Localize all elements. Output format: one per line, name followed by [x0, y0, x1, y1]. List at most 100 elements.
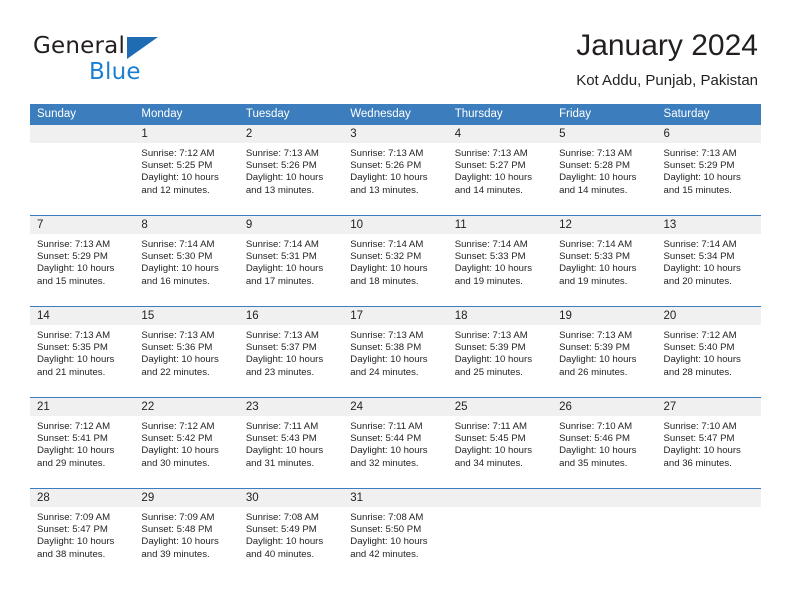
- day-cell-1[interactable]: 1 Sunrise: 7:12 AM Sunset: 5:25 PM Daylight…: [134, 125, 239, 215]
- day-cell-22[interactable]: 22 Sunrise: 7:12 AM Sunset: 5:42 PM Dayligh…: [134, 398, 239, 488]
- day-sun-info: Sunrise: 7:09 AM Sunset: 5:48 PM Daylight:…: [134, 508, 238, 561]
- daylight-text-line2: and 26 minutes.: [559, 366, 628, 378]
- day-cell-11[interactable]: 11 Sunrise: 7:14 AM Sunset: 5:33 PM Dayligh…: [447, 216, 553, 306]
- daylight-text-line1: Daylight: 10 hours: [350, 263, 428, 275]
- day-number-band: 17: [343, 307, 448, 326]
- day-sun-info: Sunrise: 7:13 AM Sunset: 5:38 PM Daylight:…: [343, 326, 447, 379]
- page-subtitle-location: Kot Addu, Punjab, Pakistan: [576, 72, 758, 89]
- daylight-text-line1: Daylight: 10 hours: [245, 354, 324, 366]
- sunset-text: Sunset: 5:27 PM: [454, 160, 526, 172]
- sunset-text: Sunset: 5:26 PM: [350, 160, 422, 172]
- day-cell-27[interactable]: 27 Sunrise: 7:10 AM Sunset: 5:47 PM Dayligh…: [656, 398, 761, 488]
- sunset-text: Sunset: 5:40 PM: [663, 342, 735, 354]
- daylight-text-line1: Daylight: 10 hours: [37, 354, 115, 366]
- day-sun-info: Sunrise: 7:11 AM Sunset: 5:44 PM Daylight:…: [343, 417, 447, 470]
- day-cell-9[interactable]: 9 Sunrise: 7:14 AM Sunset: 5:31 PM Daylight…: [238, 216, 344, 306]
- day-number: 28: [37, 492, 50, 504]
- day-number: 4: [454, 128, 462, 140]
- day-cell-4[interactable]: 4 Sunrise: 7:13 AM Sunset: 5:27 PM Daylight…: [447, 125, 553, 215]
- day-cell-20[interactable]: 20 Sunrise: 7:12 AM Sunset: 5:40 PM Dayligh…: [656, 307, 761, 397]
- day-cell-3[interactable]: 3 Sunrise: 7:13 AM Sunset: 5:26 PM Daylight…: [343, 125, 448, 215]
- daylight-text-line2: and 14 minutes.: [454, 184, 523, 196]
- day-cell-30[interactable]: 30 Sunrise: 7:08 AM Sunset: 5:49 PM Dayligh…: [238, 489, 344, 579]
- day-sun-info: Sunrise: 7:12 AM Sunset: 5:41 PM Daylight:…: [30, 417, 134, 470]
- daylight-text-line2: and 12 minutes.: [141, 184, 210, 196]
- day-cell-21[interactable]: 21 Sunrise: 7:12 AM Sunset: 5:41 PM Dayligh…: [30, 398, 135, 488]
- day-number-band: [30, 125, 135, 144]
- sunrise-text: Sunrise: 7:11 AM: [454, 421, 528, 432]
- daylight-text-line1: Daylight: 10 hours: [454, 172, 533, 184]
- daylight-text-line1: Daylight: 10 hours: [350, 445, 428, 457]
- day-number: 2: [245, 128, 253, 140]
- sunset-text: Sunset: 5:44 PM: [350, 433, 422, 445]
- sunset-text: Sunset: 5:45 PM: [454, 433, 526, 445]
- daylight-text-line2: and 38 minutes.: [37, 548, 106, 560]
- daylight-text-line2: and 18 minutes.: [350, 275, 419, 287]
- day-cell-14[interactable]: 14 Sunrise: 7:13 AM Sunset: 5:35 PM Dayligh…: [30, 307, 135, 397]
- sunrise-text: Sunrise: 7:11 AM: [350, 421, 423, 432]
- sunrise-text: Sunrise: 7:13 AM: [37, 330, 111, 341]
- day-cell-6[interactable]: 6 Sunrise: 7:13 AM Sunset: 5:29 PM Daylight…: [656, 125, 761, 215]
- day-number-band: 15: [134, 307, 239, 326]
- day-cell-25[interactable]: 25 Sunrise: 7:11 AM Sunset: 5:45 PM Dayligh…: [447, 398, 553, 488]
- daylight-text-line1: Daylight: 10 hours: [245, 445, 324, 457]
- day-sun-info: Sunrise: 7:10 AM Sunset: 5:47 PM Daylight:…: [657, 417, 761, 470]
- day-cell-24[interactable]: 24 Sunrise: 7:11 AM Sunset: 5:44 PM Dayligh…: [343, 398, 448, 488]
- sunset-text: Sunset: 5:42 PM: [141, 433, 213, 445]
- day-number-band: 19: [552, 307, 657, 326]
- sunset-text: Sunset: 5:29 PM: [663, 160, 735, 172]
- day-cell-17[interactable]: 17 Sunrise: 7:13 AM Sunset: 5:38 PM Dayligh…: [343, 307, 448, 397]
- day-cell-16[interactable]: 16 Sunrise: 7:13 AM Sunset: 5:37 PM Dayligh…: [238, 307, 344, 397]
- day-cell-18[interactable]: 18 Sunrise: 7:13 AM Sunset: 5:39 PM Dayligh…: [447, 307, 553, 397]
- sunrise-text: Sunrise: 7:13 AM: [559, 330, 633, 341]
- day-number: 11: [454, 219, 467, 231]
- day-cell-2[interactable]: 2 Sunrise: 7:13 AM Sunset: 5:26 PM Daylight…: [238, 125, 344, 215]
- day-cell-15[interactable]: 15 Sunrise: 7:13 AM Sunset: 5:36 PM Dayligh…: [134, 307, 239, 397]
- day-sun-info: Sunrise: 7:09 AM Sunset: 5:47 PM Daylight:…: [30, 508, 134, 561]
- day-sun-info: Sunrise: 7:14 AM Sunset: 5:30 PM Daylight:…: [134, 235, 238, 288]
- daylight-text-line1: Daylight: 10 hours: [141, 263, 219, 275]
- day-cell-26[interactable]: 26 Sunrise: 7:10 AM Sunset: 5:46 PM Dayligh…: [552, 398, 657, 488]
- sunrise-text: Sunrise: 7:08 AM: [350, 512, 424, 523]
- day-cell-29[interactable]: 29 Sunrise: 7:09 AM Sunset: 5:48 PM Dayligh…: [134, 489, 239, 579]
- day-cell-7[interactable]: 7 Sunrise: 7:13 AM Sunset: 5:29 PM Daylight…: [30, 216, 135, 306]
- day-cell-19[interactable]: 19 Sunrise: 7:13 AM Sunset: 5:39 PM Dayligh…: [552, 307, 657, 397]
- day-number: 26: [559, 401, 572, 413]
- day-cell-23[interactable]: 23 Sunrise: 7:11 AM Sunset: 5:43 PM Dayligh…: [238, 398, 344, 488]
- day-cell-28[interactable]: 28 Sunrise: 7:09 AM Sunset: 5:47 PM Dayligh…: [30, 489, 135, 579]
- sunset-text: Sunset: 5:28 PM: [559, 160, 631, 172]
- sunrise-text: Sunrise: 7:12 AM: [141, 421, 215, 432]
- day-sun-info: Sunrise: 7:13 AM Sunset: 5:28 PM Daylight:…: [552, 144, 656, 197]
- day-cell-8[interactable]: 8 Sunrise: 7:14 AM Sunset: 5:30 PM Daylight…: [134, 216, 239, 306]
- sunset-text: Sunset: 5:41 PM: [37, 433, 108, 445]
- day-cell-12[interactable]: 12 Sunrise: 7:14 AM Sunset: 5:33 PM Dayligh…: [552, 216, 657, 306]
- day-number: 1: [141, 128, 148, 140]
- day-cell-13[interactable]: 13 Sunrise: 7:14 AM Sunset: 5:34 PM Dayligh…: [656, 216, 761, 306]
- day-sun-info: Sunrise: 7:10 AM Sunset: 5:46 PM Daylight:…: [552, 417, 656, 470]
- daylight-text-line2: and 14 minutes.: [559, 184, 628, 196]
- day-number-band: 12: [552, 216, 657, 235]
- day-sun-info: Sunrise: 7:13 AM Sunset: 5:37 PM Daylight:…: [239, 326, 343, 379]
- title-block: January 2024 Kot Addu, Punjab, Pakistan: [576, 28, 758, 90]
- calendar-grid: Sunday Monday Tuesday Wednesday Thursday Frid…: [30, 104, 761, 579]
- brand-logo[interactable]: General Blue: [33, 33, 263, 85]
- daylight-text-line1: Daylight: 10 hours: [141, 354, 219, 366]
- sunrise-text: Sunrise: 7:14 AM: [559, 239, 633, 250]
- day-number: 6: [663, 128, 670, 140]
- sunrise-text: Sunrise: 7:12 AM: [663, 330, 737, 341]
- daylight-text-line2: and 23 minutes.: [245, 366, 315, 378]
- daylight-text-line1: Daylight: 10 hours: [559, 263, 637, 275]
- day-number-band: 8: [134, 216, 239, 235]
- sunset-text: Sunset: 5:39 PM: [559, 342, 631, 354]
- day-cell-5[interactable]: 5 Sunrise: 7:13 AM Sunset: 5:28 PM Daylight…: [552, 125, 657, 215]
- day-number-band: 31: [343, 489, 448, 508]
- sunrise-text: Sunrise: 7:13 AM: [663, 148, 737, 159]
- day-cell-empty: [656, 489, 761, 579]
- day-number-band: 18: [447, 307, 553, 326]
- day-cell-10[interactable]: 10 Sunrise: 7:14 AM Sunset: 5:32 PM Dayligh…: [343, 216, 448, 306]
- day-number: 20: [663, 310, 677, 322]
- weekday-header-tuesday: Tuesday: [245, 108, 290, 120]
- day-number-band: 10: [343, 216, 448, 235]
- day-cell-31[interactable]: 31 Sunrise: 7:08 AM Sunset: 5:50 PM Dayligh…: [343, 489, 448, 579]
- calendar-page: General Blue January 2024 Kot Addu, Punj…: [0, 0, 792, 612]
